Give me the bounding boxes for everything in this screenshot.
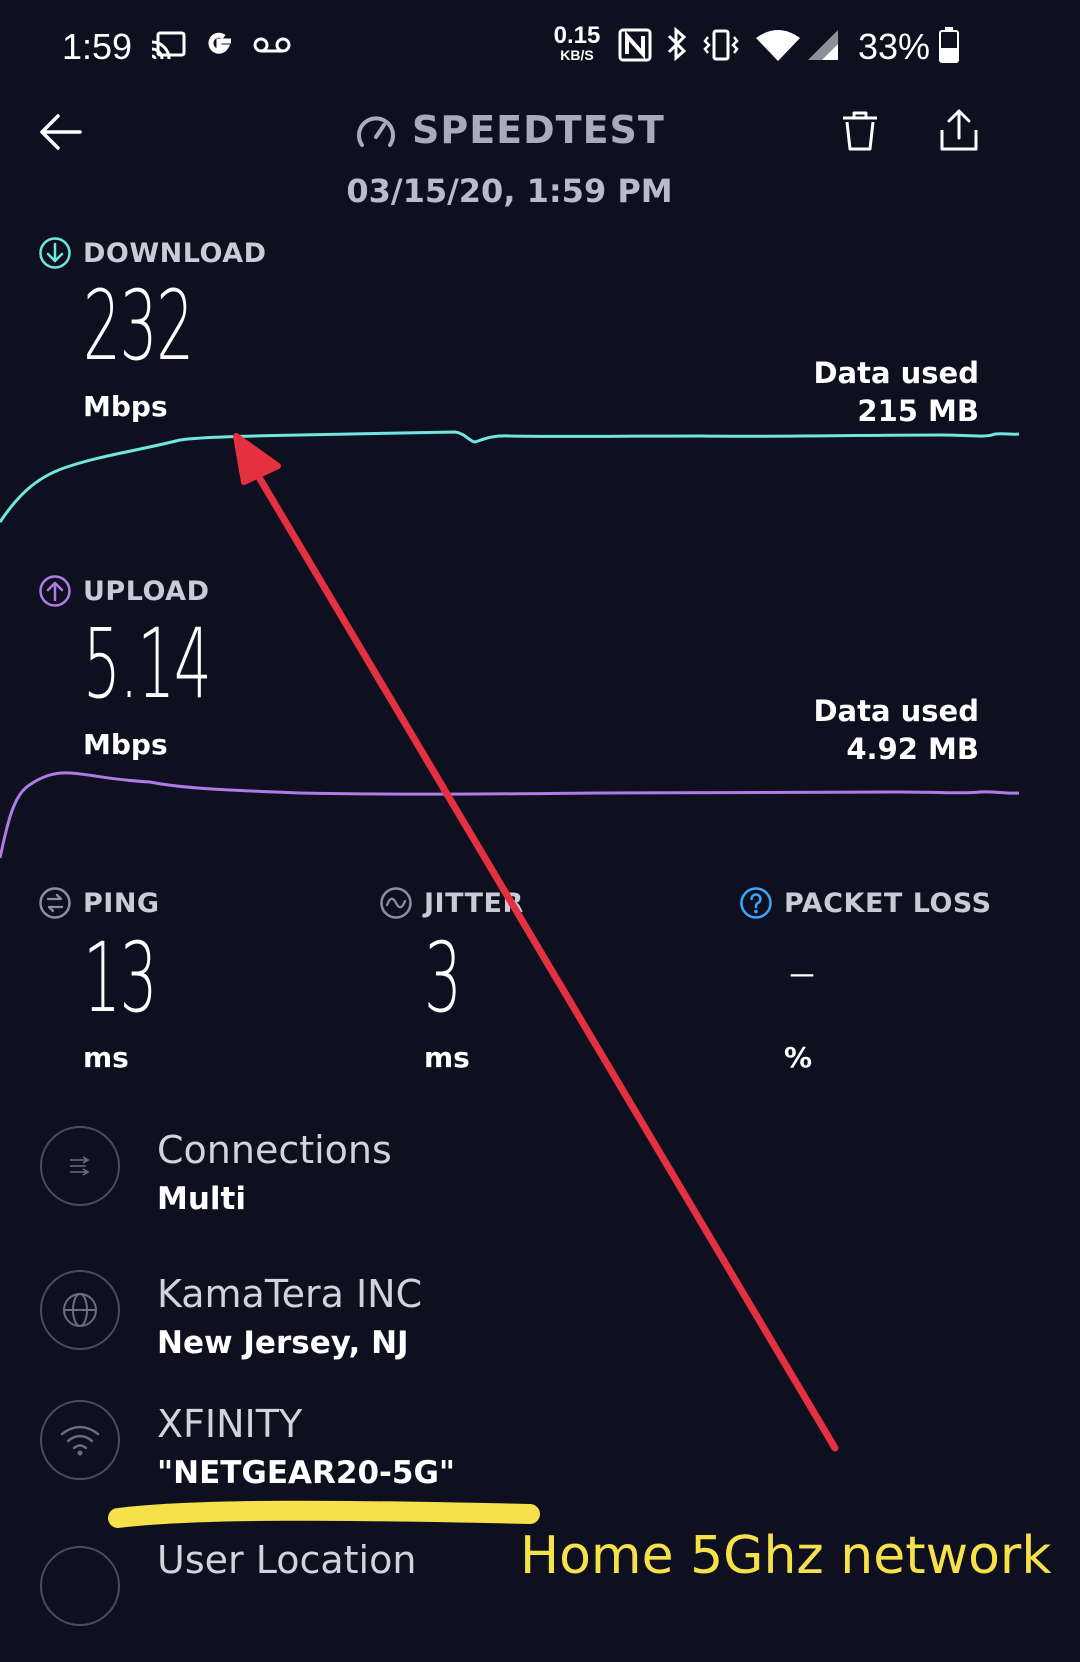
highlight-underline bbox=[108, 1500, 540, 1528]
annotation-note: Home 5Ghz network bbox=[520, 1526, 1052, 1586]
red-arrow-head bbox=[233, 433, 281, 485]
annotation-overlay bbox=[108, 433, 839, 1528]
red-arrow-shaft bbox=[246, 458, 839, 1452]
